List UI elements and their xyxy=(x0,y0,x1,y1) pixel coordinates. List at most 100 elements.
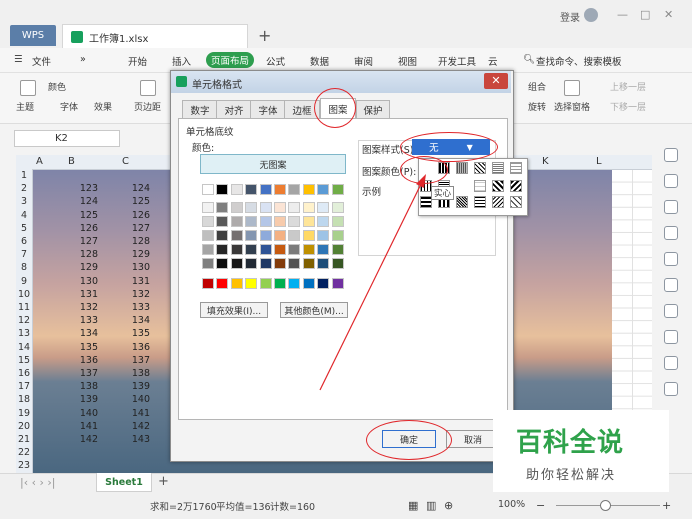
rotate-button[interactable]: 旋转 xyxy=(528,100,546,113)
color-swatch[interactable] xyxy=(259,184,272,195)
document-tab[interactable]: 工作簿1.xlsx xyxy=(62,24,248,49)
cell-b[interactable]: 140 xyxy=(58,408,98,419)
cell-c[interactable]: 138 xyxy=(110,368,150,379)
menu-home[interactable]: 开始 xyxy=(128,54,147,68)
cell-c[interactable]: 136 xyxy=(110,342,150,353)
color-swatch[interactable] xyxy=(202,184,214,195)
col-l[interactable]: L xyxy=(596,156,602,167)
cell-c[interactable]: 132 xyxy=(110,289,150,300)
color-swatch[interactable] xyxy=(288,202,301,213)
sheet-nav-icon[interactable]: |‹ ‹ › ›| xyxy=(20,476,56,489)
color-swatch[interactable] xyxy=(202,230,214,241)
cell-b[interactable]: 131 xyxy=(58,289,98,300)
box-icon[interactable] xyxy=(664,382,678,396)
theme-button[interactable]: 主题 xyxy=(16,100,34,113)
search-icon[interactable]: 🔍︎ xyxy=(523,54,535,65)
margin-icon[interactable] xyxy=(140,80,156,96)
zoom-out-icon[interactable]: − xyxy=(536,499,545,512)
cell-c[interactable]: 134 xyxy=(110,315,150,326)
color-swatch[interactable] xyxy=(245,278,258,289)
color-swatch[interactable] xyxy=(216,216,229,227)
pattern-swatch[interactable] xyxy=(492,196,504,208)
color-swatch[interactable] xyxy=(288,244,301,255)
color-swatch[interactable] xyxy=(216,230,229,241)
cell-c[interactable]: 139 xyxy=(110,381,150,392)
row-number[interactable]: 13 xyxy=(16,328,32,339)
color-swatch[interactable] xyxy=(274,244,286,255)
row-number[interactable]: 17 xyxy=(16,381,32,392)
row-number[interactable]: 3 xyxy=(16,196,32,207)
menu-formula[interactable]: 公式 xyxy=(266,54,285,68)
pattern-swatch[interactable] xyxy=(456,162,468,174)
minimize-icon[interactable]: — xyxy=(617,8,628,21)
color-swatch[interactable] xyxy=(259,202,272,213)
row-number[interactable]: 7 xyxy=(16,249,32,260)
color-swatch[interactable] xyxy=(230,230,243,241)
view-page-icon[interactable]: ▥ xyxy=(426,499,436,512)
cell-b[interactable]: 138 xyxy=(58,381,98,392)
row-number[interactable]: 20 xyxy=(16,421,32,432)
col-b[interactable]: B xyxy=(68,156,75,167)
menu-developer[interactable]: 开发工具 xyxy=(438,54,476,68)
color-swatch[interactable] xyxy=(202,278,214,289)
cell-b[interactable]: 133 xyxy=(58,315,98,326)
cell-b[interactable]: 137 xyxy=(58,368,98,379)
more-icon[interactable]: » xyxy=(80,54,86,65)
cell-b[interactable]: 136 xyxy=(58,355,98,366)
cell-c[interactable]: 128 xyxy=(110,236,150,247)
fill-effect-button[interactable]: 填充效果(I)... xyxy=(200,302,268,318)
color-swatch[interactable] xyxy=(274,230,286,241)
settings-icon[interactable] xyxy=(664,200,678,214)
row-number[interactable]: 4 xyxy=(16,210,32,221)
menu-review[interactable]: 审阅 xyxy=(354,54,373,68)
menu-insert[interactable]: 插入 xyxy=(172,54,191,68)
color-swatch[interactable] xyxy=(288,258,301,269)
effect-button[interactable]: 效果 xyxy=(94,100,112,113)
row-number[interactable]: 15 xyxy=(16,355,32,366)
cell-b[interactable]: 141 xyxy=(58,421,98,432)
col-k[interactable]: K xyxy=(542,156,549,167)
maximize-icon[interactable]: □ xyxy=(640,8,650,21)
menu-page-layout[interactable]: 页面布局 xyxy=(206,52,255,68)
row-number[interactable]: 12 xyxy=(16,315,32,326)
color-swatch[interactable] xyxy=(216,258,229,269)
cell-c[interactable]: 131 xyxy=(110,276,150,287)
color-swatch[interactable] xyxy=(245,202,258,213)
cell-c[interactable]: 126 xyxy=(110,210,150,221)
pattern-swatch[interactable] xyxy=(474,162,486,174)
color-button[interactable]: 颜色 xyxy=(48,80,66,93)
color-swatch[interactable] xyxy=(245,216,258,227)
color-swatch[interactable] xyxy=(230,216,243,227)
color-swatch[interactable] xyxy=(288,278,301,289)
color-swatch[interactable] xyxy=(245,244,258,255)
cell-c[interactable]: 135 xyxy=(110,328,150,339)
pattern-swatch[interactable] xyxy=(474,180,486,192)
avatar[interactable] xyxy=(584,8,598,22)
color-swatch[interactable] xyxy=(230,244,243,255)
star-icon[interactable] xyxy=(664,330,678,344)
color-swatch[interactable] xyxy=(274,216,286,227)
cursor-icon[interactable] xyxy=(664,148,678,162)
color-swatch[interactable] xyxy=(245,230,258,241)
color-swatch[interactable] xyxy=(259,278,272,289)
cell-b[interactable]: 142 xyxy=(58,434,98,445)
cell-c[interactable]: 133 xyxy=(110,302,150,313)
color-swatch[interactable] xyxy=(245,258,258,269)
color-swatch[interactable] xyxy=(216,184,229,195)
style-icon[interactable] xyxy=(664,174,678,188)
cell-c[interactable]: 140 xyxy=(110,394,150,405)
color-swatch[interactable] xyxy=(216,202,229,213)
pattern-swatch[interactable] xyxy=(492,180,504,192)
row-number[interactable]: 18 xyxy=(16,394,32,405)
cell-b[interactable]: 135 xyxy=(58,342,98,353)
col-a[interactable]: A xyxy=(36,156,43,167)
menu-data[interactable]: 数据 xyxy=(310,54,329,68)
tab-number[interactable]: 数字 xyxy=(182,100,218,119)
row-number[interactable]: 8 xyxy=(16,262,32,273)
bring-forward-button[interactable]: 上移一层 xyxy=(610,80,646,93)
col-c[interactable]: C xyxy=(122,156,129,167)
cell-b[interactable]: 130 xyxy=(58,276,98,287)
pattern-swatch[interactable] xyxy=(510,162,522,174)
color-swatch[interactable] xyxy=(202,202,214,213)
cell-b[interactable]: 127 xyxy=(58,236,98,247)
